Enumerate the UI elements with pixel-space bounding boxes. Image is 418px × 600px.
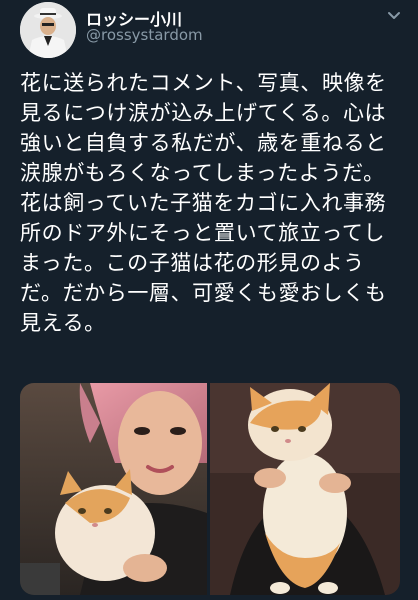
- tweet-header: ロッシー小川 @rossystardom: [0, 0, 418, 60]
- profile-photo-icon: [20, 2, 76, 58]
- chevron-down-icon[interactable]: [386, 8, 402, 24]
- photo-kitten-held-up[interactable]: [210, 383, 400, 595]
- tweet-text: 花に送られたコメント、写真、映像を 見るにつけ涙が込み上げてくる。心は 強いと自…: [20, 71, 387, 335]
- photo-woman-with-kitten[interactable]: [20, 383, 207, 595]
- author-username[interactable]: @rossystardom: [86, 26, 203, 44]
- author-avatar[interactable]: [20, 2, 76, 58]
- tweet-media: [20, 383, 400, 595]
